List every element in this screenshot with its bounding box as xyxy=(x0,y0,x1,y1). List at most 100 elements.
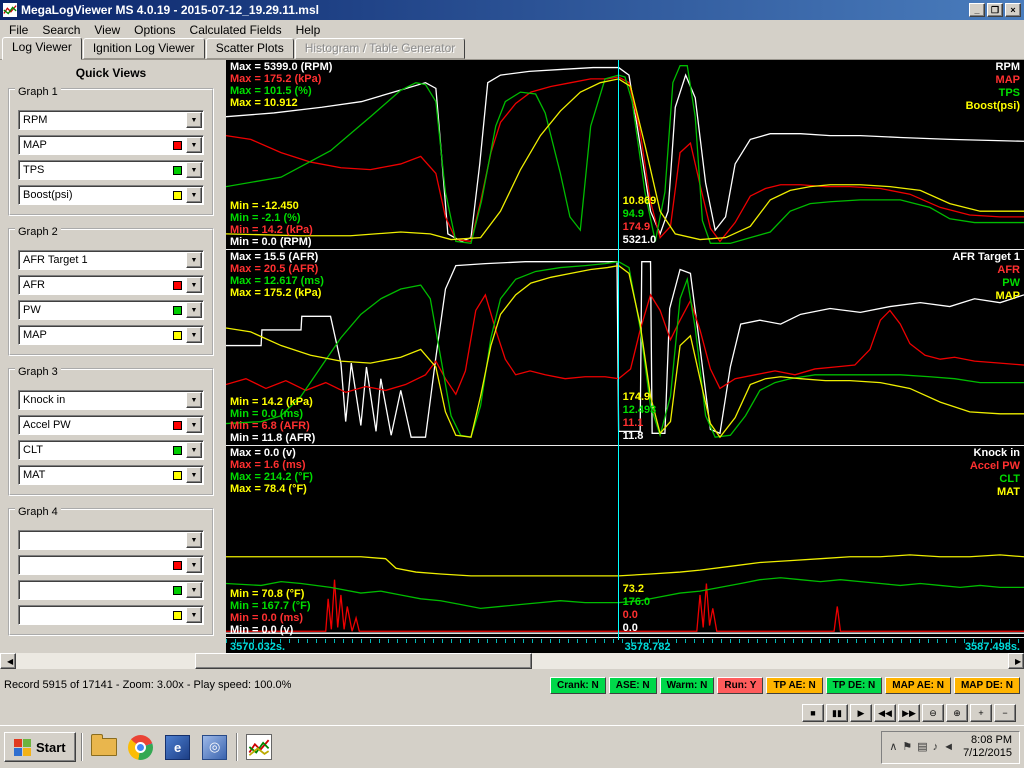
menu-search[interactable]: Search xyxy=(35,21,87,39)
chart-area[interactable]: Max = 5399.0 (RPM)Max = 175.2 (kPa)Max =… xyxy=(226,60,1024,653)
minimize-button[interactable]: _ xyxy=(969,3,985,17)
playback-zoom-in-button[interactable]: ⊕ xyxy=(946,704,968,722)
start-button[interactable]: Start xyxy=(4,732,76,762)
dropdown-arrow-icon[interactable]: ▼ xyxy=(186,557,202,573)
min-label: Min = -12.450 xyxy=(230,200,313,212)
dropdown-arrow-icon[interactable]: ▼ xyxy=(186,417,202,433)
menu-file[interactable]: File xyxy=(2,21,35,39)
playback-play-button[interactable]: ▶ xyxy=(850,704,872,722)
graph-panel-3[interactable]: Max = 0.0 (v)Max = 1.6 (ms)Max = 214.2 (… xyxy=(226,446,1024,638)
megalogviewer-icon[interactable] xyxy=(243,731,275,763)
tab-log-viewer[interactable]: Log Viewer xyxy=(2,37,82,60)
trace-color-chip xyxy=(173,586,182,595)
menu-help[interactable]: Help xyxy=(289,21,328,39)
menu-view[interactable]: View xyxy=(87,21,127,39)
field-selector-map[interactable]: MAP▼ xyxy=(18,325,204,345)
field-selector-accel-pw[interactable]: Accel PW▼ xyxy=(18,415,204,435)
playback-fast-forward-button[interactable]: ▶▶ xyxy=(898,704,920,722)
min-values: Min = 14.2 (kPa)Min = 0.0 (ms)Min = 6.8 … xyxy=(230,396,315,444)
field-selector-map[interactable]: MAP▼ xyxy=(18,135,204,155)
group-label: Graph 3 xyxy=(15,366,61,378)
field-selector-tps[interactable]: TPS▼ xyxy=(18,160,204,180)
dropdown-arrow-icon[interactable]: ▼ xyxy=(186,187,202,203)
menu-options[interactable]: Options xyxy=(127,21,182,39)
chrome-icon[interactable] xyxy=(125,731,157,763)
max-label: Max = 175.2 (kPa) xyxy=(230,287,324,299)
field-selector-boost-psi[interactable]: Boost(psi)▼ xyxy=(18,185,204,205)
min-label: Min = -2.1 (%) xyxy=(230,212,313,224)
graph-panel-2[interactable]: Max = 15.5 (AFR)Max = 20.5 (AFR)Max = 12… xyxy=(226,250,1024,446)
max-values: Max = 0.0 (v)Max = 1.6 (ms)Max = 214.2 (… xyxy=(230,447,313,495)
dropdown-arrow-icon[interactable]: ▼ xyxy=(186,467,202,483)
hidden-icons-icon[interactable]: ∧ xyxy=(889,741,897,753)
time-axis[interactable]: 3570.032s. 3578.782 3587.498s. xyxy=(226,639,1024,653)
dropdown-arrow-icon[interactable]: ▼ xyxy=(186,252,202,268)
cursor-values: 174.912.49311.111.8 xyxy=(623,391,657,443)
horizontal-scrollbar[interactable]: ◀ ▶ xyxy=(0,653,1024,669)
trace-color-chip xyxy=(173,141,182,150)
dropdown-arrow-icon[interactable]: ▼ xyxy=(186,112,202,128)
dropdown-arrow-icon[interactable]: ▼ xyxy=(186,302,202,318)
dropdown-arrow-icon[interactable]: ▼ xyxy=(186,327,202,343)
dropdown-arrow-icon[interactable]: ▼ xyxy=(186,277,202,293)
tab-scatter-plots[interactable]: Scatter Plots xyxy=(206,38,294,59)
field-selector-empty[interactable]: ▼ xyxy=(18,580,204,600)
field-selector-empty[interactable]: ▼ xyxy=(18,605,204,625)
field-selector-clt[interactable]: CLT▼ xyxy=(18,440,204,460)
group-graph-3: Graph 3 Knock in▼ Accel PW▼ CLT▼ MAT▼ xyxy=(8,368,214,496)
legend: RPMMAPTPSBoost(psi) xyxy=(966,61,1020,113)
field-selector-empty[interactable]: ▼ xyxy=(18,530,204,550)
flag-icon[interactable]: ⚑ xyxy=(902,741,912,753)
dropdown-arrow-icon[interactable]: ▼ xyxy=(186,137,202,153)
dropdown-arrow-icon[interactable]: ▼ xyxy=(186,392,202,408)
field-selector-afr[interactable]: AFR▼ xyxy=(18,275,204,295)
scroll-right-button[interactable]: ▶ xyxy=(1008,653,1024,669)
cursor-value: 94.9 xyxy=(623,208,657,221)
graph-panel-1[interactable]: Max = 5399.0 (RPM)Max = 175.2 (kPa)Max =… xyxy=(226,60,1024,250)
clock: 8:08 PM 7/12/2015 xyxy=(959,734,1012,760)
title-bar[interactable]: MegaLogViewer MS 4.0.19 - 2015-07-12_19.… xyxy=(0,0,1024,20)
playback-speed-up-button[interactable]: + xyxy=(970,704,992,722)
legend-item: Boost(psi) xyxy=(966,100,1020,113)
field-selector-afr-target-1[interactable]: AFR Target 1▼ xyxy=(18,250,204,270)
playback-pause-button[interactable]: ▮▮ xyxy=(826,704,848,722)
tab-histogram-table-generator: Histogram / Table Generator xyxy=(295,38,466,59)
start-label: Start xyxy=(36,740,66,755)
scroll-left-button[interactable]: ◀ xyxy=(0,653,16,669)
tab-ignition-log-viewer[interactable]: Ignition Log Viewer xyxy=(83,38,205,59)
dropdown-arrow-icon[interactable]: ▼ xyxy=(186,607,202,623)
clipboard-icon[interactable]: ▤ xyxy=(917,741,927,753)
sound-icon[interactable]: ♪ xyxy=(933,741,939,753)
field-selector-mat[interactable]: MAT▼ xyxy=(18,465,204,485)
field-selector-empty[interactable]: ▼ xyxy=(18,555,204,575)
menu-calculated-fields[interactable]: Calculated Fields xyxy=(183,21,289,39)
scrollbar-thumb[interactable] xyxy=(195,653,532,669)
max-label: Max = 175.2 (kPa) xyxy=(230,73,332,85)
field-selector-knock-in[interactable]: Knock in▼ xyxy=(18,390,204,410)
group-label: Graph 1 xyxy=(15,86,61,98)
dropdown-arrow-icon[interactable]: ▼ xyxy=(186,582,202,598)
playback-stop-button[interactable]: ■ xyxy=(802,704,824,722)
app-icon-2[interactable]: ◎ xyxy=(199,731,231,763)
playback-rewind-button[interactable]: ◀◀ xyxy=(874,704,896,722)
min-values: Min = -12.450Min = -2.1 (%)Min = 14.2 (k… xyxy=(230,200,313,248)
scrollbar-track[interactable] xyxy=(16,653,1008,669)
record-status: Record 5915 of 17141 - Zoom: 3.00x - Pla… xyxy=(4,679,550,691)
folder-icon[interactable] xyxy=(88,731,120,763)
close-button[interactable]: × xyxy=(1005,3,1021,17)
playback-zoom-out-button[interactable]: ⊖ xyxy=(922,704,944,722)
indicator-map-de-n: MAP DE: N xyxy=(954,677,1020,694)
field-selector-pw[interactable]: PW▼ xyxy=(18,300,204,320)
app-icon-1[interactable]: e xyxy=(162,731,194,763)
field-selector-rpm[interactable]: RPM▼ xyxy=(18,110,204,130)
cursor-value: 174.9 xyxy=(623,391,657,404)
volume-icon[interactable]: ◄ xyxy=(943,741,954,753)
cursor-value: 11.8 xyxy=(623,430,657,443)
playback-cursor-line[interactable] xyxy=(618,60,619,640)
playback-speed-down-button[interactable]: − xyxy=(994,704,1016,722)
taskbar: Start e ◎ ∧ ⚑ ▤ ♪ ◄ 8:08 PM 7/12/2015 xyxy=(0,725,1024,768)
dropdown-arrow-icon[interactable]: ▼ xyxy=(186,442,202,458)
restore-button[interactable]: ❐ xyxy=(987,3,1003,17)
dropdown-arrow-icon[interactable]: ▼ xyxy=(186,532,202,548)
dropdown-arrow-icon[interactable]: ▼ xyxy=(186,162,202,178)
